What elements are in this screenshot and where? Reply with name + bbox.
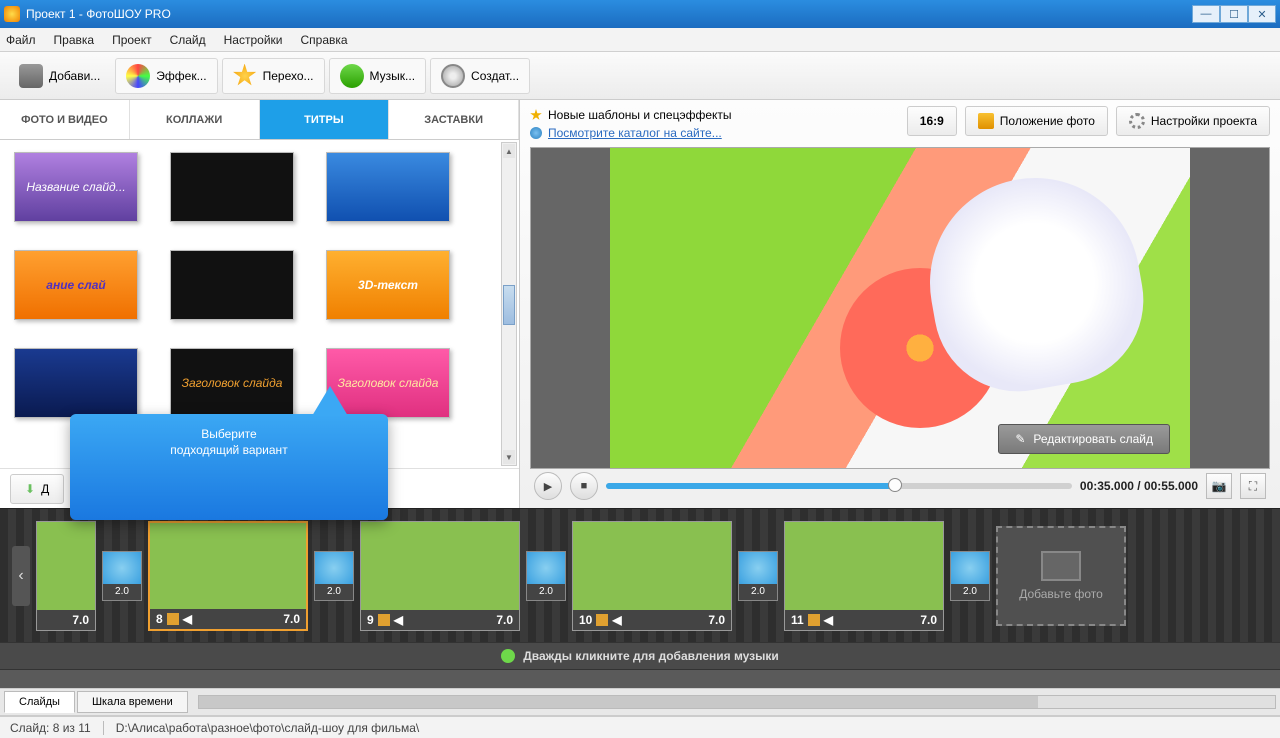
timeline-slide[interactable]: 7.0 (36, 521, 96, 631)
toolbar-music-button[interactable]: Музык... (329, 58, 427, 94)
menu-bar: Файл Правка Проект Слайд Настройки Справ… (0, 28, 1280, 52)
aspect-ratio-button[interactable]: 16:9 (907, 106, 957, 136)
template-item[interactable] (14, 348, 138, 418)
menu-slide[interactable]: Слайд (170, 33, 206, 47)
title-bar: Проект 1 - ФотоШОУ PRO — ☐ ✕ (0, 0, 1280, 28)
menu-project[interactable]: Проект (112, 33, 152, 47)
timeline-panel: ‹ 7.0 2.0 8◀7.0 2.0 9◀7.0 2.0 10◀7.0 2.0… (0, 508, 1280, 688)
photo-position-button[interactable]: Положение фото (965, 106, 1108, 136)
playback-bar: ▶ ■ 00:35.000 / 00:55.000 📷 ⛶ (530, 471, 1270, 502)
tab-collages[interactable]: КОЛЛАЖИ (130, 100, 260, 139)
view-tab-timeline[interactable]: Шкала времени (77, 691, 188, 713)
view-tab-slides[interactable]: Слайды (4, 691, 75, 713)
info-catalog-link[interactable]: Посмотрите каталог на сайте... (548, 124, 722, 142)
music-note-icon (340, 64, 364, 88)
timeline-transition[interactable]: 2.0 (314, 551, 354, 601)
pencil-icon (167, 613, 179, 625)
right-panel: Новые шаблоны и спецэффекты Посмотрите к… (520, 100, 1280, 508)
toolbar-effects-button[interactable]: Эффек... (115, 58, 217, 94)
preview-area[interactable]: ✎ Редактировать слайд (530, 147, 1270, 469)
tab-intros[interactable]: ЗАСТАВКИ (389, 100, 519, 139)
close-button[interactable]: ✕ (1248, 5, 1276, 23)
tab-titles[interactable]: ТИТРЫ (260, 100, 390, 139)
window-title: Проект 1 - ФотоШОУ PRO (26, 7, 1192, 21)
gear-icon (1129, 113, 1145, 129)
timeline-scrollbar[interactable] (0, 670, 1280, 688)
sound-icon: ◀ (824, 613, 833, 627)
menu-edit[interactable]: Правка (54, 33, 95, 47)
edit-slide-button[interactable]: ✎ Редактировать слайд (998, 424, 1170, 454)
timeline-strip[interactable]: ‹ 7.0 2.0 8◀7.0 2.0 9◀7.0 2.0 10◀7.0 2.0… (0, 509, 1280, 642)
menu-file[interactable]: Файл (6, 33, 36, 47)
category-tabs: ФОТО И ВИДЕО КОЛЛАЖИ ТИТРЫ ЗАСТАВКИ (0, 100, 519, 140)
template-item[interactable] (326, 152, 450, 222)
image-placeholder-icon (1041, 551, 1081, 581)
timeline-slide[interactable]: 10◀7.0 (572, 521, 732, 631)
palette-icon (126, 64, 150, 88)
timeline-transition[interactable]: 2.0 (102, 551, 142, 601)
scroll-up-icon[interactable]: ▲ (503, 144, 515, 158)
status-slide-count: Слайд: 8 из 11 (10, 721, 91, 735)
snapshot-button[interactable]: 📷 (1206, 473, 1232, 499)
gallery-add-button[interactable]: ⬇ Д (10, 474, 64, 504)
toolbar-add-button[interactable]: Добави... (8, 58, 111, 94)
sound-icon: ◀ (394, 613, 403, 627)
preview-image: ✎ Редактировать слайд (610, 148, 1190, 468)
fullscreen-button[interactable]: ⛶ (1240, 473, 1266, 499)
scroll-thumb[interactable] (503, 285, 515, 325)
timeline-slide[interactable]: 9◀7.0 (360, 521, 520, 631)
template-item[interactable]: Заголовок слайда (170, 348, 294, 418)
timeline-transition[interactable]: 2.0 (526, 551, 566, 601)
pencil-icon (596, 614, 608, 626)
disc-icon (441, 64, 465, 88)
timeline-slide[interactable]: 11◀7.0 (784, 521, 944, 631)
template-item[interactable]: 3D-текст (326, 250, 450, 320)
tooltip-callout: Выберите подходящий вариант (70, 414, 388, 520)
project-settings-button[interactable]: Настройки проекта (1116, 106, 1270, 136)
menu-help[interactable]: Справка (300, 33, 347, 47)
info-templates-text: Новые шаблоны и спецэффекты (548, 106, 732, 124)
sound-icon: ◀ (612, 613, 621, 627)
timeline-prev-button[interactable]: ‹ (12, 546, 30, 606)
minimize-button[interactable]: — (1192, 5, 1220, 23)
music-track-bar[interactable]: Дважды кликните для добавления музыки (0, 642, 1280, 670)
stop-button[interactable]: ■ (570, 472, 598, 500)
pencil-icon: ✎ (1015, 432, 1025, 446)
time-display: 00:35.000 / 00:55.000 (1080, 479, 1198, 493)
template-item[interactable] (170, 152, 294, 222)
status-bar: Слайд: 8 из 11 D:\Алиса\работа\разное\фо… (0, 716, 1280, 738)
toolbar-create-button[interactable]: Создат... (430, 58, 530, 94)
template-item[interactable]: Название слайд... (14, 152, 138, 222)
timeline-slide-selected[interactable]: 8◀7.0 (148, 521, 308, 631)
template-item[interactable]: ание слай (14, 250, 138, 320)
menu-settings[interactable]: Настройки (224, 33, 283, 47)
toolbar-transitions-button[interactable]: Перехо... (222, 58, 325, 94)
timeline-transition[interactable]: 2.0 (950, 551, 990, 601)
star-icon (233, 64, 257, 88)
status-path: D:\Алиса\работа\разное\фото\слайд-шоу дл… (116, 721, 420, 735)
down-arrow-icon: ⬇ (25, 482, 35, 496)
position-icon (978, 113, 994, 129)
globe-icon (530, 127, 542, 139)
music-icon (501, 649, 515, 663)
scroll-down-icon[interactable]: ▼ (503, 450, 515, 464)
add-photo-placeholder[interactable]: Добавьте фото (996, 526, 1126, 626)
horizontal-scrollbar[interactable] (198, 695, 1276, 709)
maximize-button[interactable]: ☐ (1220, 5, 1248, 23)
play-button[interactable]: ▶ (534, 472, 562, 500)
seek-knob[interactable] (888, 478, 902, 492)
main-toolbar: Добави... Эффек... Перехо... Музык... Со… (0, 52, 1280, 100)
star-icon (530, 109, 542, 121)
app-icon (4, 6, 20, 22)
view-tabs-bar: Слайды Шкала времени (0, 688, 1280, 716)
gallery-scrollbar[interactable]: ▲ ▼ (501, 142, 517, 466)
pencil-icon (808, 614, 820, 626)
seek-slider[interactable] (606, 483, 1072, 489)
sound-icon: ◀ (183, 612, 192, 626)
tab-photo-video[interactable]: ФОТО И ВИДЕО (0, 100, 130, 139)
pencil-icon (378, 614, 390, 626)
timeline-transition[interactable]: 2.0 (738, 551, 778, 601)
camera-icon (19, 64, 43, 88)
template-item[interactable] (170, 250, 294, 320)
